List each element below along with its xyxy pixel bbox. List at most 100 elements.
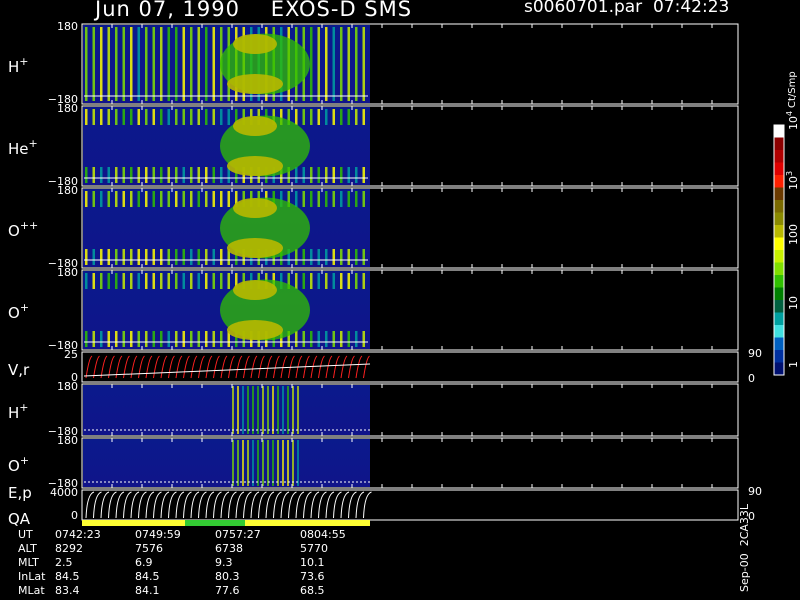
flux-streak [262, 440, 264, 486]
flux-stripe [205, 109, 208, 125]
flux-stripe [122, 191, 125, 207]
colorbar-swatch [774, 350, 784, 363]
flux-stripe [92, 109, 95, 125]
flux-streak [277, 386, 279, 434]
species-label-o-pp-pitch: O++ [8, 219, 38, 240]
colorbar-swatch [774, 187, 784, 201]
flux-streak [297, 440, 299, 486]
flux-stripe [227, 273, 230, 289]
row-key: InLat [18, 570, 46, 583]
flux-stripe [197, 167, 200, 183]
flux-stripe [137, 273, 140, 289]
flux-stripe [130, 331, 133, 347]
flux-stripe [197, 191, 200, 207]
flux-stripe [190, 109, 193, 125]
colorbar-swatch [774, 125, 784, 138]
flux-streak [292, 440, 294, 486]
flux-stripe [325, 27, 328, 101]
flux-stripe [302, 191, 305, 207]
row-value: 84.5 [135, 570, 160, 583]
row-key: MLT [18, 556, 39, 569]
flux-stripe [115, 167, 118, 183]
flux-stripe [122, 331, 125, 347]
flux-stripe [122, 249, 125, 265]
species-label-o-plus-pitch: O+ [8, 301, 29, 322]
flux-streak [272, 440, 274, 486]
flux-stripe [122, 109, 125, 125]
colorbar-tick: 10 [787, 296, 800, 310]
flux-peak [233, 198, 277, 218]
flux-stripe [340, 273, 343, 289]
panel-frame-vr-panel [81, 351, 739, 383]
flux-stripe [362, 191, 365, 207]
flux-stripe [197, 331, 200, 347]
flux-stripe [145, 331, 148, 347]
flux-streak [292, 386, 294, 434]
flux-stripe [212, 167, 215, 183]
flux-stripe [212, 27, 215, 101]
flux-stripe [182, 273, 185, 289]
flux-stripe [197, 27, 200, 101]
flux-stripe [362, 167, 365, 183]
flux-stripe [100, 249, 103, 265]
flux-stripe [175, 167, 178, 183]
flux-stripe [190, 331, 193, 347]
colorbar-tick: 100 [787, 224, 800, 245]
flux-streak [277, 440, 279, 486]
flux-stripe [85, 167, 88, 183]
flux-stripe [130, 191, 133, 207]
flux-stripe [160, 273, 163, 289]
flux-stripe [340, 191, 343, 207]
flux-stripe [310, 331, 313, 347]
flux-stripe [152, 331, 155, 347]
flux-stripe [325, 249, 328, 265]
flux-stripe [197, 109, 200, 125]
species-label-h-plus-2: H+ [8, 401, 29, 422]
flux-stripe [175, 273, 178, 289]
flux-stripe [167, 249, 170, 265]
row-value: 0749:59 [135, 528, 181, 541]
table-row: ALT 8292 7576 6738 5770 [0, 542, 380, 556]
colorbar-swatch [774, 300, 784, 313]
flux-stripe [190, 27, 193, 101]
colorbar-swatch [774, 212, 784, 226]
flux-stripe [100, 167, 103, 183]
flux-stripe [190, 191, 193, 207]
flux-stripe [347, 273, 350, 289]
flux-stripe [92, 191, 95, 207]
flux-stripe [137, 109, 140, 125]
species-label-o-plus-2: O+ [8, 454, 29, 475]
colorbar-tick: 103 [785, 171, 800, 190]
flux-stripe [130, 167, 133, 183]
row-value: 84.5 [55, 570, 80, 583]
flux-stripe [310, 249, 313, 265]
flux-stripe [325, 191, 328, 207]
flux-stripe [175, 27, 178, 101]
flux-stripe [182, 109, 185, 125]
rtick-top-ep-panel: 90 [748, 485, 762, 498]
flux-stripe [122, 27, 125, 101]
flux-stripe [212, 331, 215, 347]
flux-stripe [212, 191, 215, 207]
flux-stripe [107, 273, 110, 289]
flux-stripe [130, 273, 133, 289]
flux-stripe [347, 249, 350, 265]
flux-stripe [160, 331, 163, 347]
flux-stripe [130, 249, 133, 265]
flux-stripe [85, 331, 88, 347]
flux-stripe [332, 109, 335, 125]
flux-stripe [100, 273, 103, 289]
flux-stripe [145, 249, 148, 265]
row-value: 0742:23 [55, 528, 101, 541]
colorbar-swatch [774, 262, 784, 276]
flux-stripe [220, 167, 223, 183]
flux-stripe [130, 109, 133, 125]
flux-stripe [152, 191, 155, 207]
species-label-vr-panel: V,r [8, 361, 30, 379]
flux-streak [287, 386, 289, 434]
flux-stripe [362, 27, 365, 101]
flux-stripe [137, 27, 140, 101]
flux-stripe [160, 191, 163, 207]
flux-stripe [85, 273, 88, 289]
colorbar-swatch [774, 312, 784, 326]
